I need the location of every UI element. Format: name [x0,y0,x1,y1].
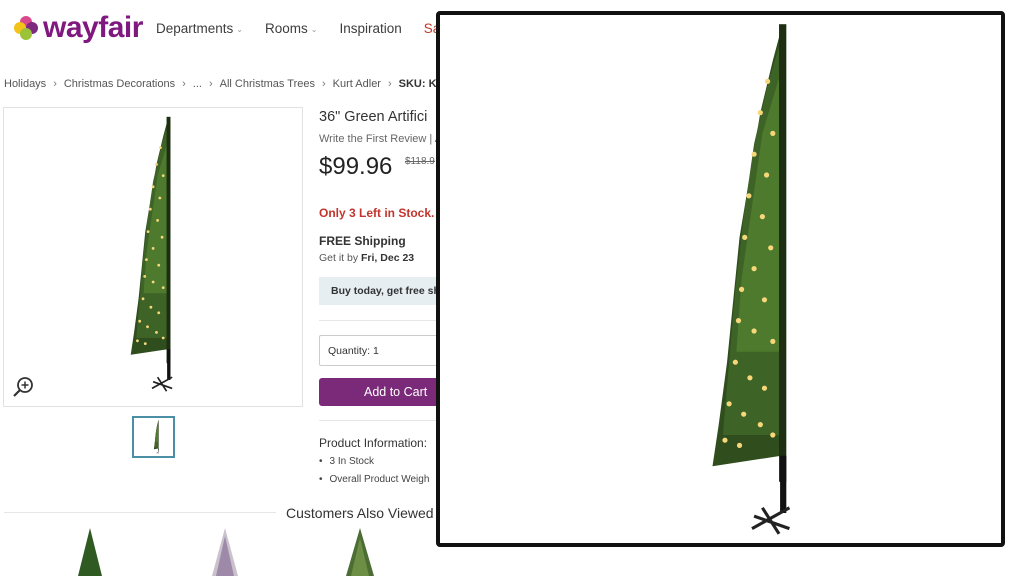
stock-alert: Only 3 Left in Stock. E [319,206,446,220]
chevron-right-icon: › [322,78,326,90]
logo-mark-icon [11,13,41,43]
delivery-date: Fri, Dec 23 [361,252,415,264]
quantity-select[interactable]: Quantity: 1 [319,335,449,366]
review-link[interactable]: Write the First Review | A [319,133,442,145]
wayfair-logo[interactable]: wayfair [11,11,143,44]
customers-also-viewed-title: Customers Also Viewed [286,505,434,521]
product-info-title: Product Information: [319,436,428,450]
logo-text: wayfair [43,11,143,44]
shipping-title: FREE Shipping [319,234,406,248]
product-title: 36" Green Artifici [319,109,428,125]
divider [319,420,449,421]
chevron-down-icon: ⌄ [310,25,318,34]
chevron-right-icon: › [208,78,213,90]
breadcrumb-item[interactable]: Christmas Decorations [64,78,175,90]
recommended-product-image[interactable] [210,528,240,576]
chevron-down-icon: ⌄ [236,25,243,34]
zoom-in-icon[interactable] [11,375,35,399]
list-item: 3 In Stock [319,456,429,467]
product-info-list: 3 In Stock Overall Product Weigh [319,456,430,492]
divider [4,512,276,513]
chevron-right-icon: › [182,78,186,90]
tree-zoomed-image [440,15,1001,543]
breadcrumb: Holidays › Christmas Decorations › ... ›… [4,78,451,90]
zoomed-image-overlay[interactable] [436,11,1005,547]
recommended-product-image[interactable] [345,528,375,576]
product-thumbnail[interactable] [132,416,175,458]
breadcrumb-item[interactable]: Holidays [4,78,46,90]
nav-rooms[interactable]: Rooms ⌄ [265,21,317,36]
main-nav: Departments⌄ Rooms⌄ Inspiration Sale [156,21,451,36]
original-price: $118.9 [405,156,435,167]
nav-inspiration[interactable]: Inspiration [339,21,401,36]
add-to-cart-button[interactable]: Add to Cart [319,378,449,406]
breadcrumb-item[interactable]: ... [193,78,202,90]
breadcrumb-item[interactable]: Kurt Adler [333,78,381,90]
chevron-right-icon: › [387,78,392,90]
delivery-estimate: Get it by Fri, Dec 23 [319,252,415,264]
chevron-right-icon: › [53,78,57,90]
promo-banner[interactable]: Buy today, get free sh [319,277,449,305]
breadcrumb-item[interactable]: All Christmas Trees [220,78,315,90]
recommended-product-image[interactable] [75,528,105,576]
tree-thumbnail-image [153,420,160,454]
tree-image [129,115,174,393]
product-main-image[interactable] [3,107,303,407]
divider [319,320,449,321]
product-price: $99.96 [319,153,393,180]
nav-departments[interactable]: Departments ⌄ [156,21,243,36]
list-item: Overall Product Weigh [319,474,430,485]
